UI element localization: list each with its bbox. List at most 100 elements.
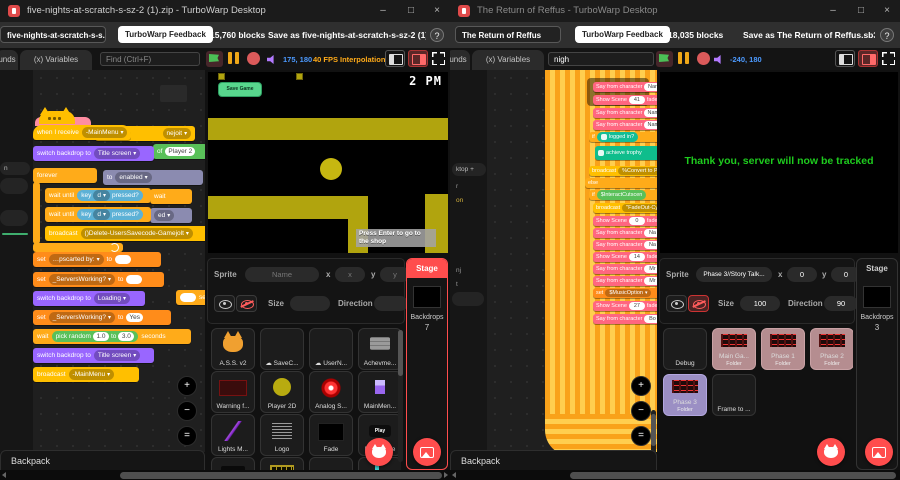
palette-item[interactable]	[452, 292, 484, 306]
zoom-out-button[interactable]: −	[177, 401, 197, 421]
script-block[interactable]: Show Scene 0 fade	[593, 216, 657, 226]
palette-item[interactable]: on	[452, 196, 468, 204]
script-block[interactable]: Say from character Na	[593, 240, 657, 250]
direction-input[interactable]: 90	[824, 296, 858, 311]
script-block[interactable]: broadcast -MainMenu	[33, 367, 139, 382]
project-name-input[interactable]: The Return of Reffus	[455, 26, 561, 43]
script-block[interactable]	[160, 85, 187, 102]
stage-selector-title[interactable]: Stage	[407, 259, 447, 278]
block-palette[interactable]: n	[0, 70, 34, 452]
x-input[interactable]: 0	[787, 267, 817, 282]
zoom-reset-button[interactable]: =	[631, 426, 651, 446]
pause-icon[interactable]	[235, 52, 239, 64]
save-game-button[interactable]: Save Game	[218, 82, 262, 97]
palette-item[interactable]: ktop +	[452, 163, 486, 176]
script-block[interactable]: set_ServersWorking?to	[33, 272, 164, 287]
stage-viewport[interactable]: Thank you, server will now be tracked	[660, 72, 898, 253]
find-input[interactable]: nigh	[548, 52, 654, 66]
stop-button[interactable]	[247, 52, 260, 65]
script-block[interactable]: wait untilkeydpressed?	[45, 188, 151, 203]
script-block[interactable]: ed	[150, 208, 192, 223]
scrollbar-thumb[interactable]	[570, 471, 896, 479]
script-block[interactable]: if $InteractCutscen	[589, 190, 657, 200]
size-input[interactable]	[290, 296, 330, 311]
stage-selector-title[interactable]: Stage	[857, 259, 897, 278]
palette-item[interactable]: n	[0, 162, 30, 175]
sprite-tile[interactable]: –	[309, 457, 353, 470]
script-block[interactable]: switch backdrop to Title screen	[33, 146, 154, 161]
block-palette[interactable]: ktop + r on nj t	[450, 70, 488, 452]
script-block[interactable]: switch backdrop to Title screen	[33, 348, 154, 363]
script-block[interactable]: if logged in?	[589, 132, 657, 142]
sprite-tile[interactable]: A.S.S. v2	[211, 328, 255, 370]
feedback-button[interactable]: TurboWarp Feedback	[118, 26, 213, 43]
sprite-tile[interactable]: Phase 1 Folder	[761, 328, 805, 370]
script-block[interactable]: switch backdrop to Loading	[33, 291, 145, 306]
script-block[interactable]: set…pscarted by:to	[33, 252, 161, 267]
script-block[interactable]: Say from character Nar	[593, 82, 657, 92]
stage-thumbnail[interactable]	[863, 286, 891, 308]
scroll-right-arrow[interactable]	[444, 472, 448, 478]
script-block[interactable]: Show Scene 14 fade	[593, 252, 657, 262]
add-backdrop-button[interactable]	[413, 438, 441, 466]
sprite-name-input[interactable]: Phase 3//Story Talk...	[696, 267, 772, 282]
fullscreen-button[interactable]	[432, 52, 445, 65]
sprite-tile[interactable]: Lights M...	[211, 414, 255, 456]
script-block[interactable]: Say from character Bo	[593, 314, 657, 324]
fps-indicator[interactable]: 40 FPS	[313, 55, 338, 64]
script-block[interactable]: set $MusicOption	[593, 288, 657, 298]
stop-button[interactable]	[697, 52, 710, 65]
direction-input[interactable]	[374, 296, 408, 311]
backpack-bar[interactable]: Backpack	[450, 450, 657, 470]
sprite-tile[interactable]: Achevme...	[358, 328, 401, 370]
minimize-button[interactable]: –	[822, 3, 844, 19]
add-sprite-button[interactable]	[817, 438, 845, 466]
show-sprite-button[interactable]	[666, 295, 687, 312]
save-as-link[interactable]: Save as five-nights-at-scratch-s-sz-2 (1…	[268, 30, 426, 40]
tab-variables[interactable]: (x) Variables	[20, 50, 92, 70]
horizontal-scrollbar[interactable]	[0, 470, 450, 480]
script-block[interactable]: wait pick random 1.0 to 3.0 seconds	[33, 329, 191, 344]
title-bar[interactable]: The Return of Reffus - TurboWarp Desktop…	[450, 0, 900, 22]
script-block[interactable]: of Player 2	[153, 144, 205, 159]
x-input[interactable]: x	[335, 267, 365, 282]
sprite-tile[interactable]: Frame to ...	[712, 374, 756, 416]
palette-item[interactable]: r	[452, 182, 464, 190]
palette-item[interactable]: t	[452, 280, 464, 288]
help-button[interactable]: ?	[880, 28, 894, 42]
interpolation-indicator[interactable]: Interpolation	[340, 55, 385, 64]
script-block[interactable]: broadcast ()Delete-UsersSavecode-Gamejolt	[45, 226, 205, 241]
script-block[interactable]: when I receive -MainMenu	[33, 125, 131, 140]
sprite-tile[interactable]: Player 2D	[260, 371, 304, 413]
tab-variables[interactable]: (x) Variables	[472, 50, 544, 70]
pause-icon[interactable]	[228, 52, 232, 64]
palette-item[interactable]	[2, 233, 28, 235]
zoom-in-button[interactable]: +	[177, 376, 197, 396]
script-block[interactable]	[33, 243, 123, 252]
green-flag-button[interactable]	[656, 51, 673, 67]
save-as-link[interactable]: Save as The Return of Reffus.sb3	[743, 30, 875, 40]
sprite-name-input[interactable]: Name	[245, 267, 319, 282]
script-block[interactable]: Show Scene 27 fade	[593, 301, 657, 311]
help-button[interactable]: ?	[430, 28, 444, 42]
zoom-in-button[interactable]: +	[631, 376, 651, 396]
add-sprite-button[interactable]	[365, 438, 393, 466]
sprite-tile[interactable]: Phase 3 Folder	[663, 374, 707, 416]
scroll-left-arrow[interactable]	[452, 472, 456, 478]
stage-viewport[interactable]: 2 PM Save Game Press Enter to go to the …	[208, 72, 448, 253]
sprite-tile[interactable]: Warning f...	[211, 371, 255, 413]
palette-item[interactable]: nj	[452, 266, 464, 274]
script-block[interactable]: Say from characterNama	[593, 108, 657, 118]
hide-sprite-button[interactable]	[236, 295, 257, 312]
close-button[interactable]: ×	[876, 3, 898, 19]
sprite-tile[interactable]	[211, 457, 255, 470]
script-block[interactable]: achieve trophy	[595, 146, 657, 160]
scrollbar-thumb[interactable]	[120, 471, 442, 479]
script-block[interactable]: else	[585, 178, 657, 188]
small-stage-button[interactable]	[835, 50, 855, 67]
script-block[interactable]: to enabled	[103, 170, 203, 185]
palette-item[interactable]	[0, 210, 28, 226]
hide-sprite-button[interactable]	[688, 295, 709, 312]
script-block[interactable]	[33, 182, 40, 244]
speaker-icon[interactable]	[714, 55, 721, 64]
